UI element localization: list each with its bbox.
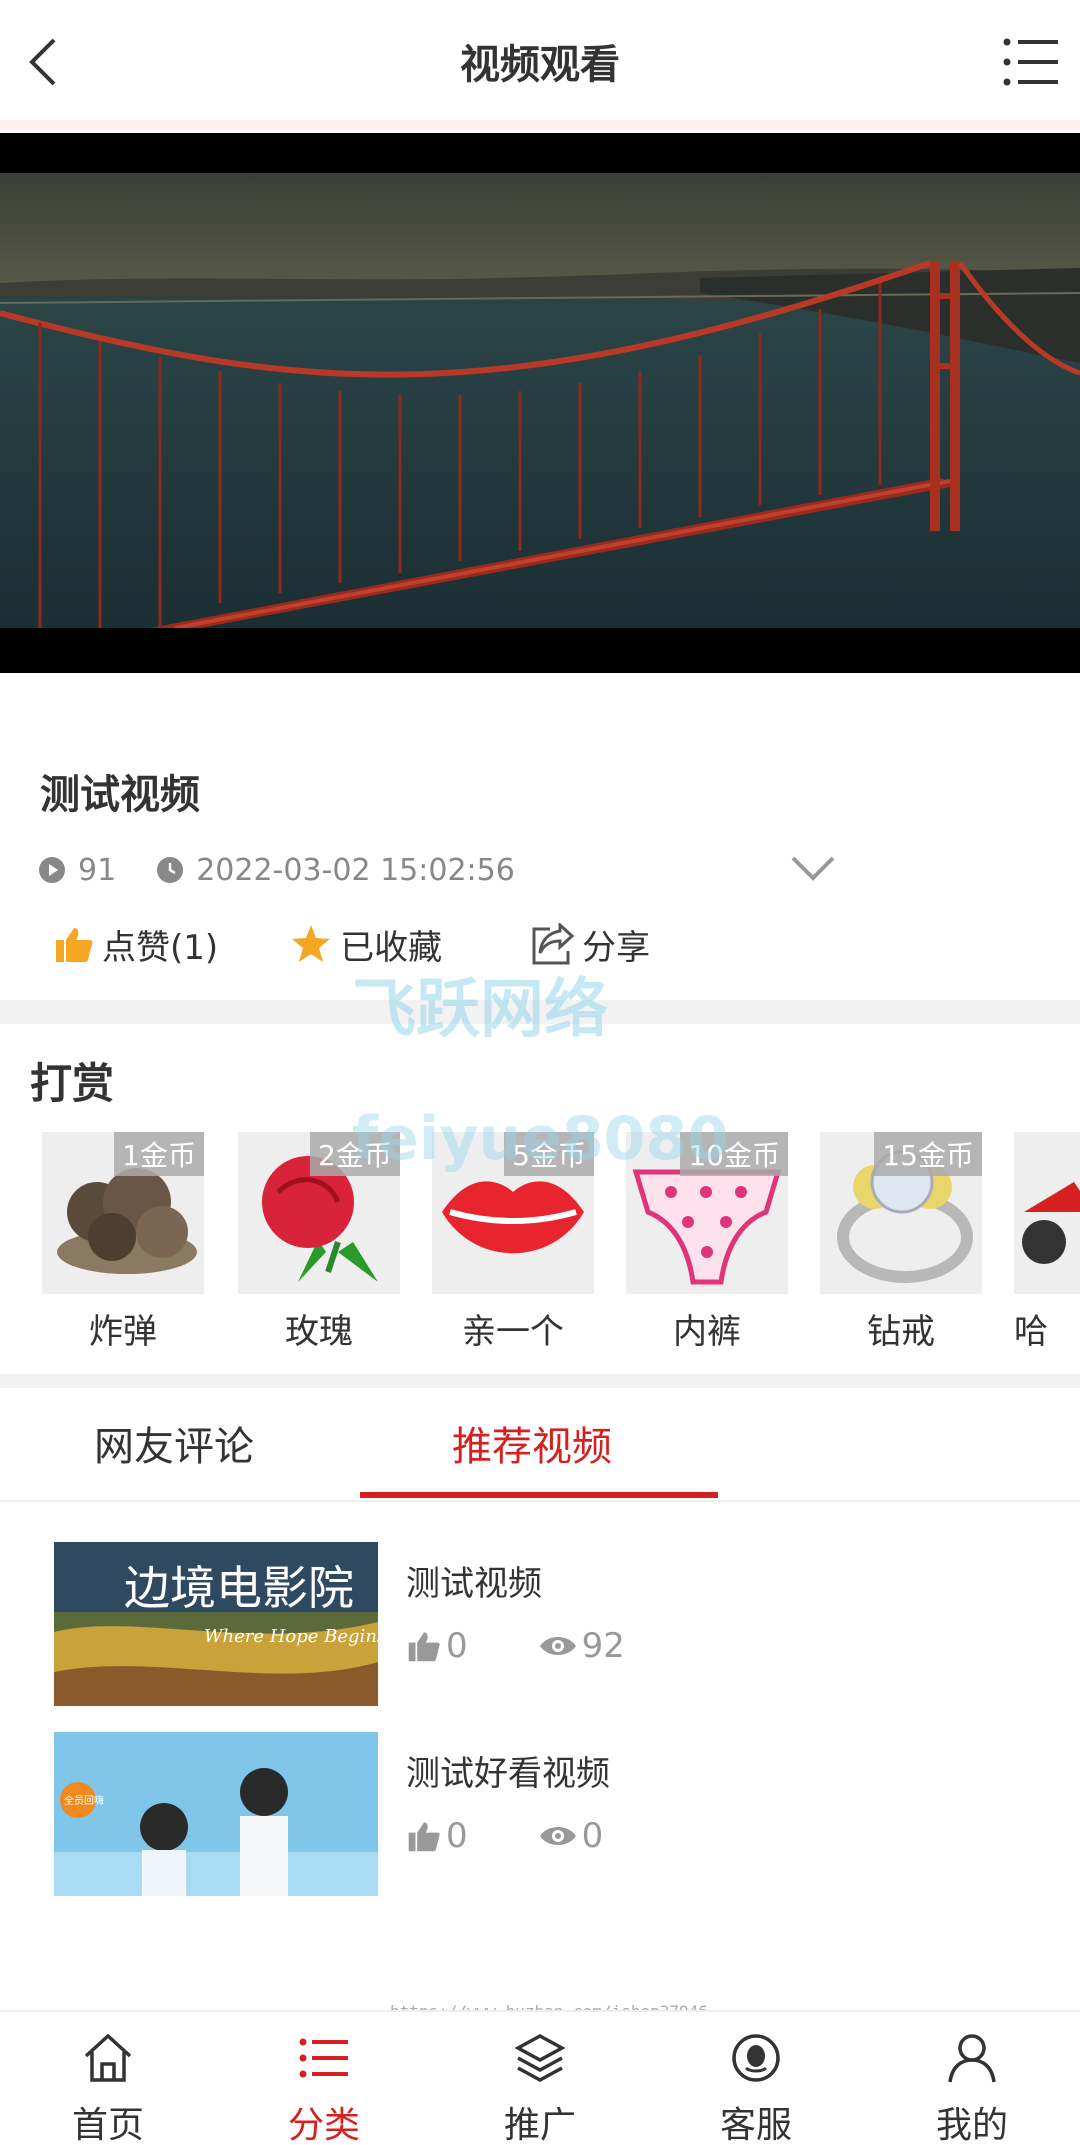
list-item[interactable]: 全员回嗨 测试好看视频 0 0	[54, 1732, 1054, 1896]
list-item[interactable]: 边境电影院 Where Hope Begins 测试视频 0 92	[54, 1542, 1054, 1706]
gift-item[interactable]: 15金币 钻戒	[820, 1132, 982, 1352]
section-divider	[0, 1374, 1080, 1388]
gift-item[interactable]: 2金币 玫瑰	[238, 1132, 400, 1352]
gift-item[interactable]: 5金币 亲一个	[432, 1132, 594, 1352]
chevron-down-icon[interactable]	[790, 852, 836, 884]
home-icon	[84, 2033, 132, 2082]
service-icon	[732, 2034, 780, 2082]
star-icon	[292, 925, 331, 962]
nav-item-service[interactable]: 客服	[648, 2012, 864, 2145]
gift-image: 5金币	[432, 1132, 594, 1294]
bottom-nav: 首页 分类 推广 客服 我的	[0, 2010, 1080, 2145]
reward-title: 打赏	[30, 1059, 115, 1108]
gift-list[interactable]: 1金币 炸弹 2金币 玫瑰 5金币 亲一个 10金币 内裤 15金币 钻戒 哈	[42, 1132, 1080, 1352]
eye-icon	[539, 1637, 576, 1655]
nav-label: 我的	[935, 2105, 1008, 2145]
gift-image: 2金币	[238, 1132, 400, 1294]
page-title: 视频观看	[460, 42, 620, 88]
thumb-subtitle-text: Where Hope Begins	[204, 1626, 378, 1647]
nav-label: 客服	[719, 2105, 792, 2145]
nav-item-mine[interactable]: 我的	[864, 2012, 1080, 2145]
gift-name: 亲一个	[462, 1312, 564, 1352]
menu-list-icon[interactable]	[1002, 36, 1058, 88]
like-label: 点赞(1)	[102, 927, 219, 968]
thumb-badge-text: 全员回嗨	[64, 1794, 104, 1807]
like-button[interactable]: 点赞(1)	[54, 914, 218, 974]
gift-image: 10金币	[626, 1132, 788, 1294]
thumb-title-text: 边境电影院	[124, 1561, 354, 1615]
nav-label: 推广	[503, 2105, 576, 2145]
gift-name: 哈	[1014, 1312, 1048, 1352]
share-button[interactable]: 分享	[530, 914, 650, 974]
gift-price: 10金币	[680, 1132, 788, 1176]
gift-image: 15金币	[820, 1132, 982, 1294]
video-thumbnail[interactable]: 全员回嗨	[54, 1732, 378, 1896]
content-tabs: 网友评论 推荐视频	[0, 1390, 1080, 1502]
user-icon	[948, 2034, 996, 2083]
layers-icon	[514, 2034, 566, 2082]
video-item-stats: 0 0	[406, 1816, 603, 1856]
video-item-title[interactable]: 测试好看视频	[406, 1746, 610, 1795]
share-icon	[532, 923, 575, 965]
view-count: 0	[581, 1816, 604, 1856]
gift-name: 炸弹	[89, 1312, 157, 1352]
tab-recommended[interactable]: 推荐视频	[452, 1414, 612, 1472]
gift-price: 1金币	[114, 1132, 204, 1176]
gift-price: 2金币	[310, 1132, 400, 1176]
gift-item[interactable]: 10金币 内裤	[626, 1132, 788, 1352]
gift-price: 5金币	[504, 1132, 594, 1176]
gift-image	[1014, 1132, 1080, 1294]
eye-icon	[539, 1827, 576, 1845]
nav-label: 分类	[287, 2105, 360, 2145]
thumbs-up-icon	[408, 1632, 440, 1662]
like-count: 0	[446, 1816, 468, 1856]
gift-item[interactable]: 1金币 炸弹	[42, 1132, 204, 1352]
video-player[interactable]	[0, 133, 1080, 673]
video-item-stats: 0 92	[406, 1626, 625, 1666]
thumbs-up-icon	[408, 1822, 440, 1852]
play-count-icon	[39, 857, 65, 883]
tab-comments[interactable]: 网友评论	[94, 1414, 254, 1472]
video-actions: 点赞(1) 已收藏 分享	[54, 914, 650, 974]
active-tab-indicator	[360, 1492, 718, 1498]
motorbike-icon	[1022, 1182, 1080, 1264]
top-bar: 视频观看	[0, 0, 1080, 130]
video-title: 测试视频	[40, 772, 200, 818]
thumbs-up-icon	[56, 928, 93, 962]
video-meta: 91 2022-03-02 15:02:56	[38, 850, 515, 890]
nav-label: 首页	[71, 2105, 144, 2145]
video-thumbnail[interactable]: 边境电影院 Where Hope Begins	[54, 1542, 378, 1706]
section-divider	[0, 1000, 1080, 1024]
clock-icon	[157, 857, 184, 883]
publish-datetime: 2022-03-02 15:02:56	[196, 852, 515, 888]
favorite-label: 已收藏	[340, 927, 443, 968]
view-count: 92	[581, 1626, 625, 1666]
video-item-title[interactable]: 测试视频	[406, 1556, 542, 1605]
nav-item-promote[interactable]: 推广	[432, 2012, 648, 2145]
list-icon	[299, 2038, 348, 2078]
gift-item[interactable]: 哈	[1014, 1132, 1080, 1352]
share-label: 分享	[582, 927, 651, 968]
like-count: 0	[446, 1626, 468, 1666]
nav-item-home[interactable]: 首页	[0, 2012, 216, 2145]
gift-image: 1金币	[42, 1132, 204, 1294]
nav-item-category[interactable]: 分类	[216, 2012, 432, 2145]
play-count: 91	[78, 852, 117, 888]
gift-name: 玫瑰	[285, 1312, 353, 1352]
gift-price: 15金币	[874, 1132, 982, 1176]
favorite-button[interactable]: 已收藏	[290, 914, 442, 974]
gift-name: 钻戒	[867, 1312, 935, 1352]
gift-name: 内裤	[673, 1312, 741, 1352]
